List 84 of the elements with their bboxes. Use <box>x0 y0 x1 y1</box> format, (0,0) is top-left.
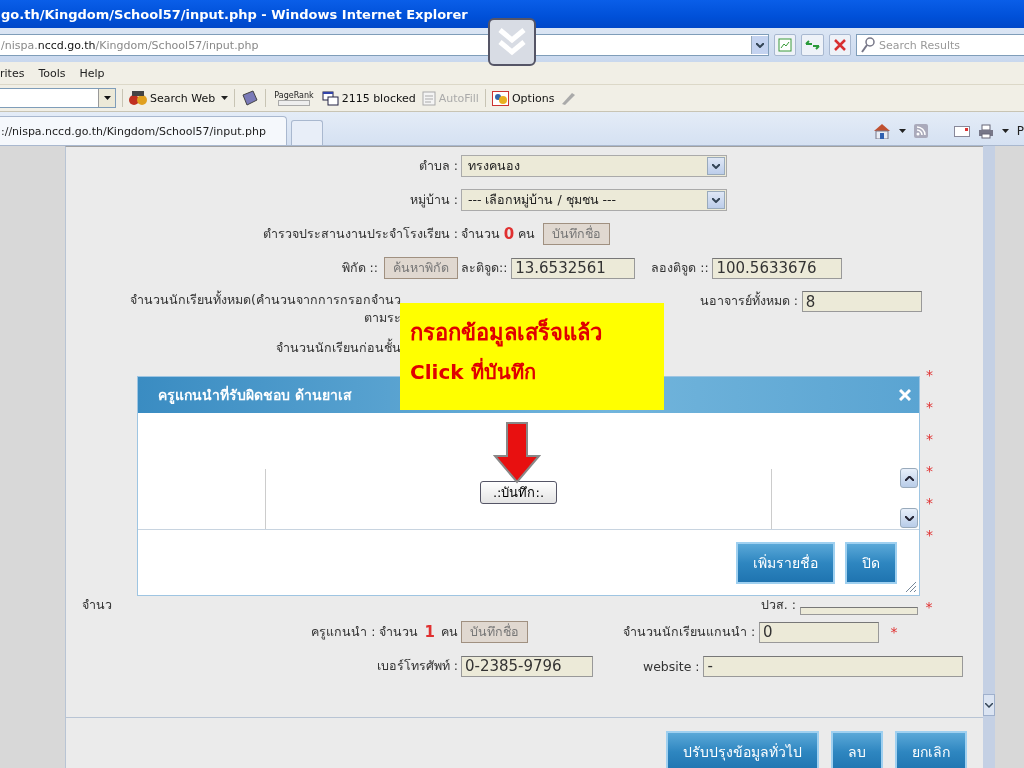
caret-icon[interactable] <box>1001 129 1009 133</box>
village-select[interactable]: --- เลือกหมู่บ้าน / ชุมชน --- <box>460 189 727 211</box>
search-web-button[interactable]: Search Web <box>150 91 216 105</box>
action-button[interactable]: ปรับปรุงข้อมูลทั่วไป <box>666 731 820 768</box>
search-field[interactable]: Search Results <box>856 34 1024 56</box>
callout-text: กรอกข้อมูลเสร็จแล้ว <box>410 317 603 349</box>
close-icon[interactable] <box>899 389 911 401</box>
resize-grip-icon[interactable] <box>903 579 917 593</box>
caret-icon[interactable] <box>221 96 229 100</box>
binoculars-icon[interactable] <box>129 90 147 106</box>
field-label: จำนวนนักเรียนทั้งหมด(คำนวนจากการกรอกจำนว <box>130 291 401 309</box>
field-label: ละติจูด:: <box>460 259 508 278</box>
address-field[interactable]: /nispa.nccd.go.th/Kingdom/School57/input.php <box>0 34 769 56</box>
teachers-field[interactable]: 8 <box>801 291 922 312</box>
diploma-count-field[interactable] <box>799 607 918 615</box>
chevron-down-icon[interactable] <box>985 702 994 708</box>
stop-icon[interactable] <box>833 39 846 51</box>
caret-icon[interactable] <box>898 129 906 133</box>
search-icon[interactable] <box>861 37 875 53</box>
required-mark: * <box>925 495 933 511</box>
page-icon[interactable] <box>777 38 792 52</box>
required-mark: * <box>925 367 933 383</box>
required-mark: * <box>890 624 898 640</box>
count-value: 0 <box>503 225 515 243</box>
menu-item[interactable]: Tools <box>38 66 66 80</box>
action-button[interactable]: ลบ <box>831 731 884 768</box>
menu-item[interactable]: Help <box>79 66 105 80</box>
printer-icon[interactable] <box>977 123 994 139</box>
callout-text: Click ที่บันทึก <box>410 357 537 386</box>
website-field[interactable]: - <box>703 655 964 677</box>
double-chevron-down-icon[interactable] <box>488 18 536 66</box>
options-icon[interactable] <box>491 90 509 106</box>
down-arrow-icon <box>493 422 541 484</box>
field-label: ตามระ <box>363 309 401 327</box>
required-mark: * <box>925 431 933 447</box>
field-label: ตำบล : <box>418 157 458 175</box>
chevron-down-icon[interactable] <box>711 163 720 169</box>
latitude-field[interactable]: 13.6532561 <box>511 257 636 279</box>
chevron-up-icon[interactable] <box>904 475 914 481</box>
pagerank-meter: PageRank <box>272 90 316 106</box>
save-button[interactable]: .:บันทึก:. <box>480 480 557 504</box>
dialog-title: ครูแกนนำที่รับผิดชอบ ด้านยาเส <box>158 384 352 406</box>
longitude-field[interactable]: 100.5633676 <box>712 257 843 279</box>
refresh-icon[interactable] <box>804 39 820 51</box>
leader-students-field[interactable]: 0 <box>758 621 879 643</box>
dialog-button[interactable]: ปิด <box>845 542 897 584</box>
field-label: ปวส. : <box>759 596 796 614</box>
browser-tab[interactable]: ://nispa.nccd.go.th/Kingdom/School57/input.php <box>0 116 287 145</box>
chevron-down-icon[interactable] <box>904 515 914 521</box>
dialog-button[interactable]: เพิ่มรายชื่อ <box>736 542 835 584</box>
action-button[interactable]: ยกเลิก <box>895 731 968 768</box>
mail-icon[interactable] <box>953 125 970 137</box>
required-mark: * <box>925 599 933 615</box>
field-label: website : <box>642 658 700 674</box>
field-label: ตำรวจประสานงานประจำโรงเรียน : <box>262 225 458 243</box>
count-value: 1 <box>424 623 435 641</box>
count-label: จำนวน <box>460 225 500 243</box>
field-label: จำนวนนักเรียนก่อนชั้น <box>275 340 401 355</box>
chevron-down-icon[interactable] <box>755 42 764 48</box>
required-mark: * <box>925 399 933 415</box>
field-label: ครูแกนนำ : จำนวน <box>311 623 419 642</box>
home-icon[interactable] <box>872 123 891 139</box>
unit-label: คน <box>518 225 536 243</box>
options-button[interactable]: Options <box>511 91 555 105</box>
subdistrict-select[interactable]: ทรงคนอง <box>460 155 727 177</box>
field-label: นอาจารย์ทั้งหมด : <box>698 291 798 310</box>
unit-label: คน <box>440 623 458 641</box>
menu-item[interactable]: rites <box>0 66 25 80</box>
field-label: จำนวนนักเรียนแกนนำ : <box>622 623 756 641</box>
field-label: เบอร์โทรศัพท์ : <box>376 657 458 675</box>
popup-windows-icon[interactable] <box>321 90 339 106</box>
field-label: หมู่บ้าน : <box>409 191 458 210</box>
command-label[interactable]: P <box>1016 124 1024 138</box>
window-title: go.th/Kingdom/School57/input.php - Windows Internet Explorer <box>0 6 468 22</box>
field-label: จำนว <box>81 597 112 612</box>
caret-icon[interactable] <box>103 96 111 100</box>
chevron-down-icon[interactable] <box>711 197 720 203</box>
phone-field[interactable]: 0-2385-9796 <box>460 655 593 677</box>
popup-blocked-count[interactable]: 2115 blocked <box>341 91 416 105</box>
field-label: ลองติจูด :: <box>651 259 709 278</box>
required-mark: * <box>925 527 933 543</box>
scrollbar[interactable] <box>983 146 996 768</box>
field-label: พิกัด :: <box>341 259 378 277</box>
required-mark: * <box>925 463 933 479</box>
